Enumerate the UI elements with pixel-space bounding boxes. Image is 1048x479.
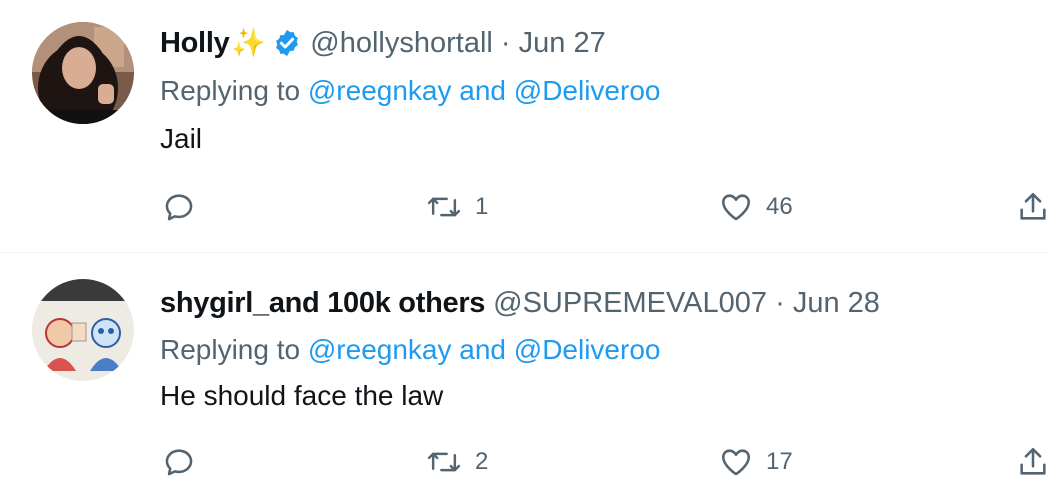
replying-to: Replying to @reegnkay and @Deliveroo [160, 73, 660, 109]
timestamp[interactable]: Jun 27 [519, 27, 606, 59]
like-button[interactable]: 17 [718, 445, 793, 479]
mention-link[interactable]: @reegnkay [308, 334, 452, 365]
timestamp[interactable]: Jun 28 [793, 287, 880, 319]
retweet-icon [425, 445, 463, 479]
sparkles-icon: ✨ [231, 27, 267, 58]
retweet-icon [425, 190, 463, 224]
handle[interactable]: @SUPREMEVAL007 [493, 287, 767, 319]
like-icon [718, 445, 754, 479]
reply-icon [162, 190, 196, 224]
replying-to: Replying to @reegnkay and @Deliveroo [160, 332, 660, 368]
like-button[interactable]: 46 [718, 190, 793, 224]
mention-link[interactable]: @reegnkay [308, 75, 452, 106]
handle[interactable]: @hollyshortall [310, 27, 493, 59]
retweet-button[interactable]: 1 [425, 190, 488, 224]
avatar[interactable] [32, 279, 134, 381]
avatar[interactable] [32, 22, 134, 124]
mention-link[interactable]: @Deliveroo [514, 334, 661, 365]
retweet-button[interactable]: 2 [425, 445, 488, 479]
like-icon [718, 190, 754, 224]
like-count: 46 [766, 193, 793, 220]
separator: · [500, 27, 511, 59]
display-name[interactable]: Holly [160, 24, 230, 62]
tweet-text: Jail [160, 123, 203, 154]
tweet[interactable]: shygirl_and 100k others @SUPREMEVAL007 ·… [0, 252, 1048, 477]
share-button[interactable] [1018, 190, 1048, 224]
tweet-header: shygirl_and 100k others @SUPREMEVAL007 ·… [160, 284, 880, 322]
like-count: 17 [766, 448, 793, 475]
retweet-count: 2 [475, 448, 489, 475]
share-icon [1018, 445, 1048, 479]
tweet[interactable]: Holly ✨ @hollyshortall · Jun 27 Replying… [0, 0, 1048, 252]
reply-icon [162, 445, 196, 479]
replying-and: and [459, 75, 506, 106]
reply-button[interactable] [162, 190, 196, 224]
mention-link[interactable]: @Deliveroo [514, 75, 661, 106]
replying-label: Replying to [160, 334, 301, 365]
replying-and: and [459, 334, 506, 365]
display-name[interactable]: shygirl_and 100k others [160, 284, 485, 322]
separator: · [775, 287, 785, 319]
share-button[interactable] [1018, 445, 1048, 479]
reply-button[interactable] [162, 445, 196, 479]
share-icon [1018, 190, 1048, 224]
tweet-text: He should face the law [160, 380, 444, 411]
retweet-count: 1 [475, 193, 489, 220]
tweet-header: Holly ✨ @hollyshortall · Jun 27 [160, 24, 606, 62]
verified-badge-icon [272, 28, 302, 58]
replying-label: Replying to [160, 75, 301, 106]
